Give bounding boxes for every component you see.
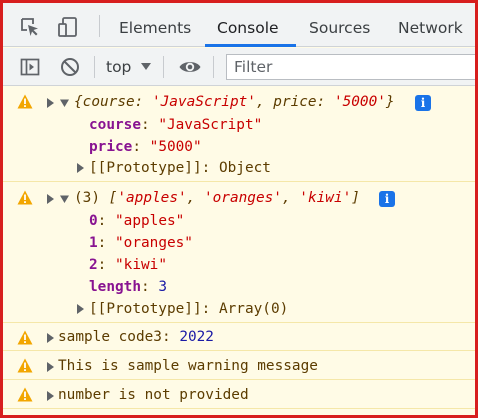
live-expression-icon[interactable] [178, 56, 202, 78]
object-summary[interactable]: {course: 'JavaScript', price: '5000'} [74, 92, 395, 112]
tab-elements[interactable]: Elements [119, 3, 191, 47]
chevron-down-icon[interactable] [141, 63, 151, 71]
tab-sources[interactable]: Sources [309, 3, 370, 47]
chevron-right-icon[interactable] [46, 362, 55, 372]
console-message-warning: number is not provided [3, 381, 475, 409]
property-colon: : [140, 279, 159, 295]
summary-separator: , [255, 94, 274, 110]
summary-separator: , [186, 190, 204, 206]
property-colon: : [97, 235, 115, 251]
summary-value: '5000' [333, 94, 386, 110]
summary-value: 'kiwi' [299, 190, 352, 206]
console-message-warning: sample code3: 2022 [3, 324, 475, 351]
console-message-warning: {course: 'JavaScript', price: '5000'} i … [3, 87, 475, 182]
prototype-colon: : [201, 160, 219, 176]
array-item: 0: "apples" [89, 211, 184, 231]
prototype-value: Array(0) [218, 301, 289, 317]
filter-input[interactable] [226, 54, 475, 80]
chevron-right-icon[interactable] [76, 163, 85, 173]
property-value: 3 [158, 279, 167, 295]
property-colon: : [97, 257, 115, 273]
summary-space [100, 190, 109, 206]
message-text: sample code3: [58, 329, 171, 345]
property-value: "kiwi" [115, 257, 167, 273]
summary-colon: : [316, 94, 334, 110]
warning-icon [17, 387, 33, 402]
property-key: course [89, 117, 141, 133]
message-space [171, 329, 180, 345]
tab-console[interactable]: Console [205, 3, 291, 47]
property-colon: : [97, 213, 115, 229]
property-key: 0 [89, 213, 98, 229]
chevron-right-icon[interactable] [46, 391, 55, 401]
console-message-warning: This is sample warning message [3, 352, 475, 380]
chevron-right-icon[interactable] [46, 333, 55, 343]
chevron-right-icon[interactable] [46, 98, 55, 108]
prototype-value: Object [218, 160, 271, 176]
summary-value: 'JavaScript' [151, 94, 256, 110]
property-value: "oranges" [115, 235, 193, 251]
info-icon[interactable]: i [415, 95, 431, 111]
chevron-down-icon[interactable] [60, 98, 69, 108]
message-value: 2022 [179, 329, 214, 345]
summary-colon: : [134, 94, 152, 110]
summary-key: course [82, 94, 135, 110]
array-summary[interactable]: (3) ['apples', 'oranges', 'kiwi'] [74, 188, 360, 208]
array-count: (3) [74, 190, 100, 206]
show-sidebar-icon[interactable] [19, 56, 41, 78]
prototype-row[interactable]: [[Prototype]]: Array(0) [89, 299, 288, 319]
warning-icon [17, 94, 33, 109]
inspect-element-icon[interactable] [19, 16, 41, 38]
summary-brace-open: { [74, 94, 83, 110]
devtools-window: Elements Console Sources Network top Fil… [0, 0, 478, 418]
summary-brace-close: } [385, 94, 395, 110]
property-value: "5000" [149, 139, 202, 155]
console-toolbar: top [3, 48, 475, 86]
active-tab-indicator [205, 44, 296, 47]
warning-message-text: number is not provided [58, 387, 249, 403]
summary-value: 'apples' [117, 190, 187, 206]
toolbar-divider [163, 56, 164, 78]
clear-console-icon[interactable] [59, 56, 81, 78]
prototype-colon: : [201, 301, 219, 317]
summary-separator: , [281, 190, 300, 206]
toolbar-divider [99, 15, 100, 37]
summary-key: price [273, 94, 317, 110]
toolbar-divider [213, 56, 214, 78]
prototype-label: [[Prototype]] [89, 160, 202, 176]
object-property: price: "5000" [89, 137, 202, 157]
console-message-warning: (3) ['apples', 'oranges', 'kiwi'] i 0: "… [3, 183, 475, 323]
object-property: course: "JavaScript" [89, 115, 262, 135]
array-length: length: 3 [89, 277, 167, 297]
warning-icon [17, 358, 33, 373]
device-toolbar-icon[interactable] [57, 16, 79, 38]
tab-network[interactable]: Network [398, 3, 463, 47]
info-icon[interactable]: i [379, 191, 395, 207]
warning-icon [17, 190, 33, 205]
context-selector[interactable]: top [106, 55, 131, 79]
property-key: length [89, 279, 141, 295]
property-value: "apples" [115, 213, 185, 229]
prototype-row[interactable]: [[Prototype]]: Object [89, 158, 271, 178]
property-colon: : [140, 117, 159, 133]
property-key: price [89, 139, 133, 155]
array-item: 2: "kiwi" [89, 255, 167, 275]
property-value: "JavaScript" [158, 117, 263, 133]
devtools-tab-bar: Elements Console Sources Network [3, 3, 475, 47]
property-key: 2 [89, 257, 98, 273]
property-colon: : [132, 139, 150, 155]
summary-value: 'oranges' [203, 190, 282, 206]
chevron-right-icon[interactable] [76, 304, 85, 314]
chevron-down-icon[interactable] [60, 194, 69, 204]
chevron-right-icon[interactable] [46, 194, 55, 204]
warning-message-text: This is sample warning message [58, 358, 318, 374]
prototype-label: [[Prototype]] [89, 301, 202, 317]
toolbar-divider [94, 56, 95, 78]
warning-icon [17, 330, 33, 345]
property-key: 1 [89, 235, 98, 251]
warning-message-text: sample code3: 2022 [58, 327, 214, 347]
summary-bracket-close: ] [351, 190, 360, 206]
array-item: 1: "oranges" [89, 233, 193, 253]
